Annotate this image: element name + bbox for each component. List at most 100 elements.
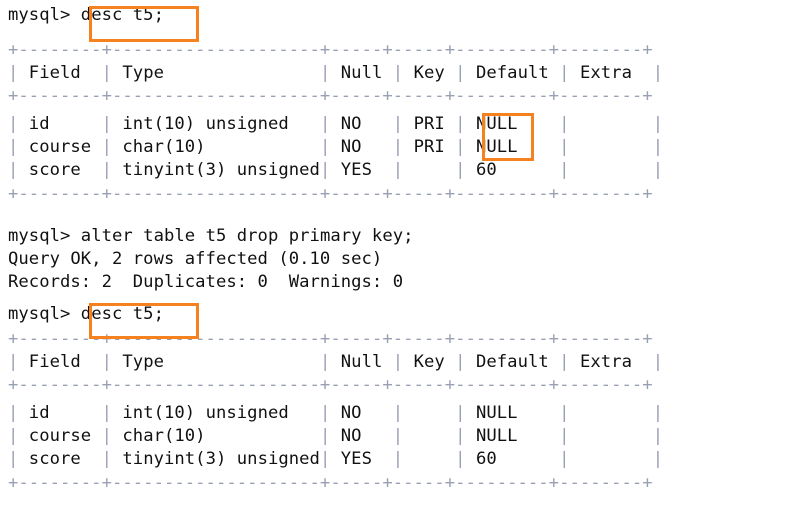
pipe-glyph: | [652, 426, 664, 446]
cell-field: score [18, 160, 102, 180]
result-line-records: Records: 2 Duplicates: 0 Warnings: 0 [8, 272, 404, 292]
cell-type: tinyint(3) unsigned [112, 449, 320, 469]
pipe-glyph: | [101, 352, 112, 372]
pipe-glyph: | [319, 403, 331, 423]
pipe-glyph: | [652, 160, 664, 180]
pipe-glyph: | [559, 63, 570, 83]
cell-null: NO [330, 403, 393, 423]
cell-default: NULL [465, 137, 560, 157]
pipe-glyph: | [392, 426, 404, 446]
table-row: | id | int(10) unsigned | NO | PRI | NUL… [8, 113, 663, 137]
cell-default: NULL [465, 426, 560, 446]
pipe-glyph: | [392, 114, 404, 134]
pipe-glyph: | [101, 426, 112, 446]
pipe-glyph: | [392, 137, 404, 157]
pipe-glyph: | [101, 137, 112, 157]
pipe-glyph: | [652, 352, 664, 372]
command-line-desc-1: mysql> desc t5; [8, 4, 164, 28]
table2-header-row: | Field | Type | Null | Key | Default | … [8, 351, 663, 375]
pipe-glyph: | [8, 114, 19, 134]
column-header-extra: Extra [569, 63, 653, 83]
pipe-glyph: | [101, 63, 112, 83]
pipe-glyph: | [319, 352, 331, 372]
pipe-glyph: | [559, 114, 570, 134]
cell-field: course [18, 426, 102, 446]
pipe-glyph: | [455, 449, 466, 469]
pipe-glyph: | [8, 426, 19, 446]
cell-key: PRI [403, 114, 456, 134]
pipe-glyph: | [319, 449, 331, 469]
cell-default: NULL [465, 114, 560, 134]
pipe-glyph: | [319, 63, 331, 83]
command-line-desc-2: mysql> desc t5; [8, 303, 164, 327]
cell-null: YES [330, 449, 393, 469]
cell-field: id [18, 114, 102, 134]
pipe-glyph: | [455, 426, 466, 446]
table1-rule-bottom: +--------+--------------------+-----+---… [8, 184, 653, 204]
command-text-desc-2: desc t5; [80, 304, 164, 324]
pipe-glyph: | [319, 137, 331, 157]
cell-key [403, 403, 455, 423]
pipe-glyph: | [392, 403, 404, 423]
cell-type: int(10) unsigned [112, 403, 320, 423]
cell-field: score [18, 449, 102, 469]
pipe-glyph: | [8, 137, 19, 157]
prompt-label: mysql> [8, 304, 71, 324]
table1-rule-mid: +--------+--------------------+-----+---… [8, 86, 653, 106]
column-header-null: Null [330, 352, 393, 372]
table-row: | course | char(10) | NO | | NULL | | [8, 425, 663, 449]
column-header-field: Field [18, 352, 102, 372]
pipe-glyph: | [559, 160, 570, 180]
cell-type: char(10) [112, 426, 320, 446]
table-row: | id | int(10) unsigned | NO | | NULL | … [8, 402, 663, 426]
cell-null: NO [330, 137, 393, 157]
cell-field: course [18, 137, 102, 157]
column-header-default: Default [465, 352, 560, 372]
pipe-glyph: | [8, 63, 19, 83]
pipe-glyph: | [8, 449, 19, 469]
cell-default: 60 [465, 449, 560, 469]
result-line-query-ok: Query OK, 2 rows affected (0.10 sec) [8, 249, 383, 269]
cell-key [403, 426, 455, 446]
pipe-glyph: | [652, 403, 664, 423]
cell-extra [570, 114, 653, 134]
table1-header-row: | Field | Type | Null | Key | Default | … [8, 62, 663, 86]
mysql-terminal: mysql> desc t5; +--------+--------------… [0, 0, 786, 519]
table1-rule-top: +--------+--------------------+-----+---… [8, 40, 653, 60]
pipe-glyph: | [101, 160, 112, 180]
cell-key [403, 449, 455, 469]
cell-key [403, 160, 455, 180]
table2-rule-top: +--------+--------------------+-----+---… [8, 329, 653, 349]
column-header-type: Type [112, 63, 320, 83]
cell-extra [570, 137, 653, 157]
pipe-glyph: | [652, 63, 664, 83]
column-header-extra: Extra [569, 352, 653, 372]
pipe-glyph: | [8, 352, 19, 372]
column-header-key: Key [403, 63, 456, 83]
pipe-glyph: | [392, 63, 404, 83]
column-header-null: Null [330, 63, 393, 83]
cell-null: YES [330, 160, 393, 180]
prompt-label: mysql> [8, 226, 71, 246]
cell-extra [570, 403, 653, 423]
pipe-glyph: | [559, 426, 570, 446]
pipe-glyph: | [392, 352, 404, 372]
pipe-glyph: | [8, 160, 19, 180]
pipe-glyph: | [559, 352, 570, 372]
prompt-label: mysql> [8, 5, 71, 25]
cell-default: 60 [465, 160, 560, 180]
cell-type: char(10) [112, 137, 320, 157]
pipe-glyph: | [101, 403, 112, 423]
pipe-glyph: | [319, 426, 331, 446]
command-text-desc-1: desc t5; [80, 5, 164, 25]
cell-null: NO [330, 426, 393, 446]
cell-null: NO [330, 114, 393, 134]
pipe-glyph: | [455, 403, 466, 423]
command-text-alter: alter table t5 drop primary key; [80, 226, 414, 246]
pipe-glyph: | [392, 160, 404, 180]
column-header-type: Type [112, 352, 320, 372]
cell-key: PRI [403, 137, 456, 157]
pipe-glyph: | [559, 403, 570, 423]
